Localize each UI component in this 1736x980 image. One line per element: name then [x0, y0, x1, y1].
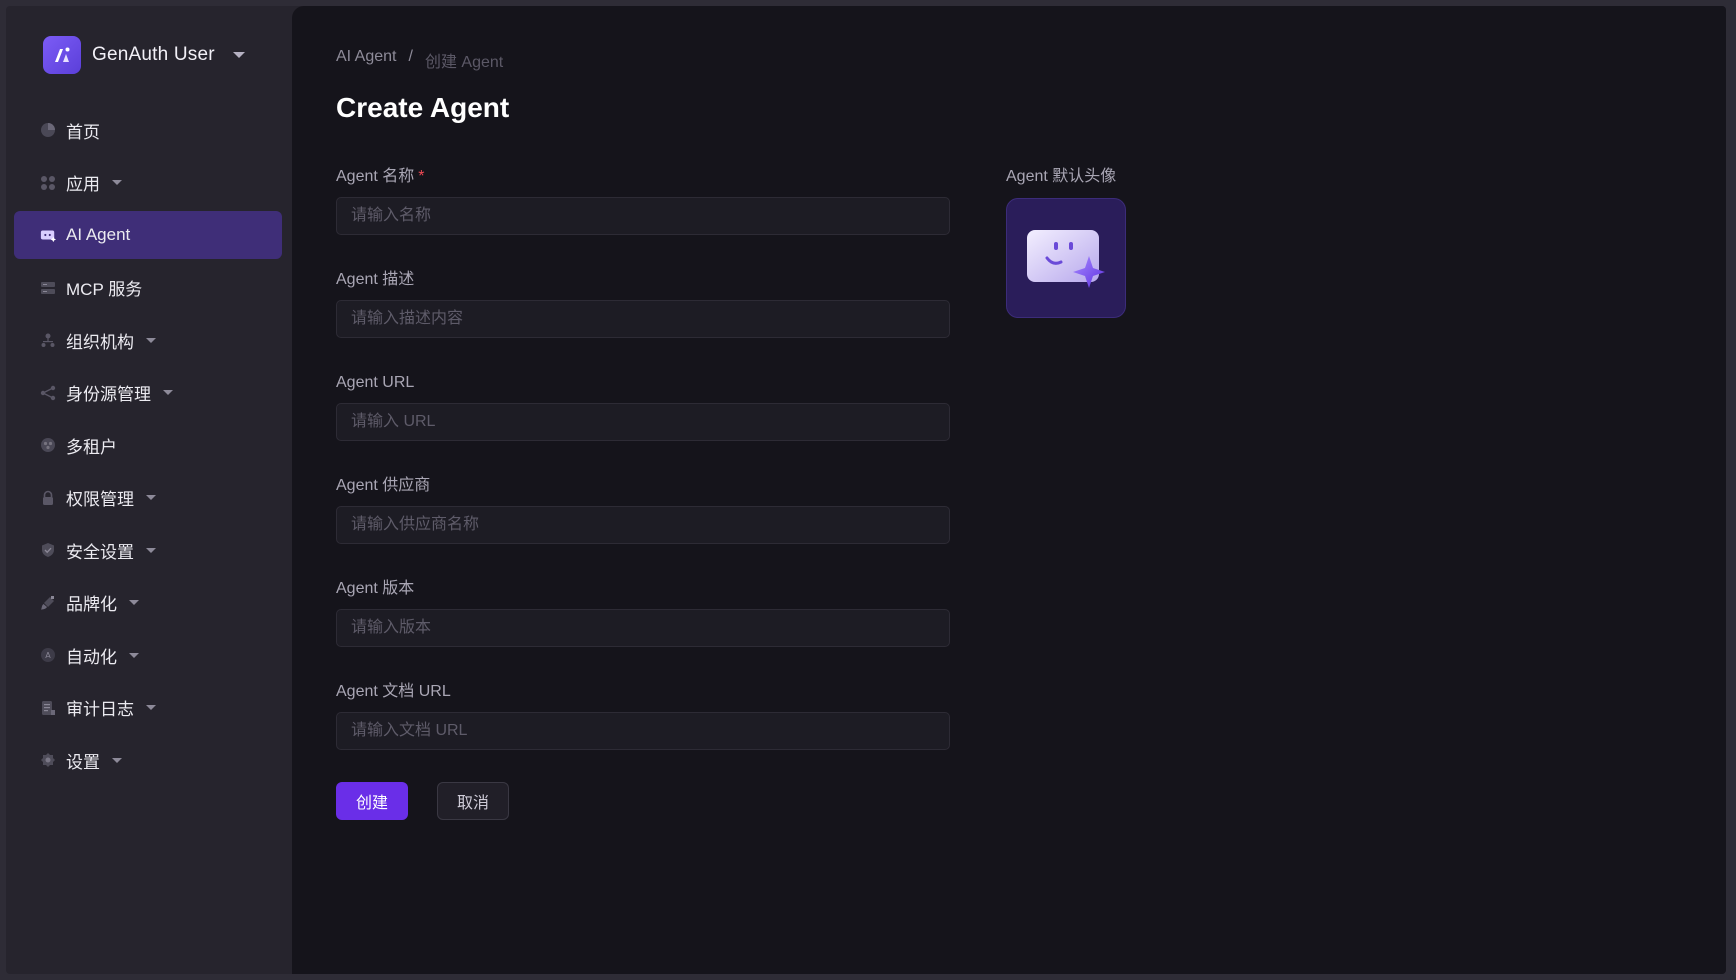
sidebar-item-label: 身份源管理 [66, 385, 151, 404]
automation-icon: A [40, 647, 56, 663]
tenants-icon [40, 437, 56, 453]
brush-icon [40, 595, 56, 611]
share-icon [40, 385, 56, 401]
sidebar-item-ai-agent[interactable]: AI Agent [14, 211, 282, 259]
agent-provider-label: Agent 供应商 [336, 477, 431, 494]
sidebar-item-label: 组织机构 [66, 332, 134, 352]
agent-version-label: Agent 版本 [336, 580, 415, 597]
sidebar-item-label: 首页 [66, 122, 100, 142]
chevron-down-icon [146, 547, 156, 553]
sidebar-item-label: 权限管理 [66, 490, 134, 509]
field-agent-description: Agent 描述 [336, 269, 950, 372]
agent-provider-input[interactable] [336, 506, 950, 544]
agent-doc-url-label: Agent 文档 URL [336, 683, 451, 700]
sidebar-item-label: 自动化 [66, 647, 117, 667]
avatar-label: Agent 默认头像 [1006, 168, 1117, 185]
agent-doc-url-input[interactable] [336, 712, 950, 750]
sidebar-item-identity-sources[interactable]: 身份源管理 [14, 369, 282, 417]
chevron-down-icon [146, 705, 156, 710]
sidebar-item-apps[interactable]: 应用 [14, 159, 282, 207]
sidebar-nav: 首页 应用 AI Agent MCP 服务 组织机构 身份源管理 多租户 权限管… [14, 106, 282, 789]
field-agent-name: Agent 名称 * [336, 166, 950, 269]
audit-log-icon [40, 700, 56, 716]
chevron-down-icon [232, 52, 245, 58]
agent-description-label: Agent 描述 [336, 271, 415, 288]
sidebar-item-mcp[interactable]: MCP 服务 [14, 264, 282, 312]
breadcrumb-link-ai-agent[interactable]: AI Agent [336, 48, 397, 72]
cancel-button[interactable]: 取消 [437, 782, 509, 820]
sidebar-item-audit-logs[interactable]: 审计日志 [14, 684, 282, 732]
chevron-down-icon [146, 337, 156, 343]
org-tree-icon [40, 332, 56, 348]
sidebar-item-label: 安全设置 [66, 542, 134, 562]
agent-name-input[interactable] [336, 197, 950, 235]
form-actions: 创建 取消 [336, 782, 509, 820]
agent-url-label: Agent URL [336, 374, 415, 391]
chevron-down-icon [163, 390, 173, 395]
svg-text:A: A [45, 651, 51, 660]
sidebar-item-home[interactable]: 首页 [14, 106, 282, 154]
agent-url-input[interactable] [336, 403, 950, 441]
gear-icon [40, 752, 56, 768]
page-title: Create Agent [336, 92, 510, 123]
sidebar-item-settings[interactable]: 设置 [14, 736, 282, 784]
avatar-section: Agent 默认头像 [1006, 166, 1126, 318]
server-icon [40, 280, 56, 296]
agent-description-input[interactable] [336, 300, 950, 338]
pie-chart-icon [40, 122, 56, 138]
sidebar-item-org[interactable]: 组织机构 [14, 316, 282, 364]
breadcrumb-current: 创建 Agent [424, 54, 504, 71]
sidebar-item-label: MCP 服务 [66, 280, 143, 299]
genauth-logo-icon [43, 36, 81, 74]
breadcrumb: AI Agent / 创建 Agent [336, 48, 503, 72]
field-agent-url: Agent URL [336, 372, 950, 475]
breadcrumb-separator: / [408, 48, 413, 65]
sidebar-item-label: 多租户 [66, 437, 117, 457]
sidebar-item-label: 审计日志 [66, 700, 134, 719]
chevron-down-icon [129, 652, 139, 658]
chevron-down-icon [112, 757, 122, 763]
app-window: GenAuth User 首页 应用 AI Agent MCP 服务 组织机构 … [6, 6, 1726, 974]
ai-agent-icon [40, 227, 56, 243]
sidebar-item-label: 品牌化 [66, 595, 117, 614]
sidebar-item-multi-tenant[interactable]: 多租户 [14, 421, 282, 469]
sidebar-item-security[interactable]: 安全设置 [14, 526, 282, 574]
create-button[interactable]: 创建 [336, 782, 408, 820]
tenant-name: GenAuth User [92, 44, 215, 65]
apps-grid-icon [40, 175, 56, 191]
chevron-down-icon [146, 495, 156, 500]
chevron-down-icon [129, 600, 139, 605]
sidebar-item-permissions[interactable]: 权限管理 [14, 474, 282, 522]
sidebar-item-branding[interactable]: 品牌化 [14, 579, 282, 627]
sidebar: GenAuth User 首页 应用 AI Agent MCP 服务 组织机构 … [6, 6, 292, 974]
sidebar-item-automation[interactable]: A 自动化 [14, 631, 282, 679]
tenant-switcher[interactable]: GenAuth User [43, 34, 245, 76]
agent-name-label: Agent 名称 [336, 168, 415, 185]
sidebar-item-label: AI Agent [66, 225, 131, 244]
required-mark: * [418, 168, 425, 185]
field-label: Agent 名称 * [336, 166, 950, 188]
lock-icon [40, 490, 56, 506]
sidebar-item-label: 应用 [66, 175, 100, 194]
field-agent-doc-url: Agent 文档 URL [336, 681, 950, 784]
create-agent-form: Agent 名称* Agent 描述 Agent URL Agent 供应商 A… [336, 166, 950, 784]
field-agent-provider: Agent 供应商 [336, 475, 950, 578]
field-agent-version: Agent 版本 [336, 578, 950, 681]
shield-check-icon [40, 542, 56, 558]
sidebar-item-label: 设置 [66, 752, 100, 772]
main-content: AI Agent / 创建 Agent Create Agent Agent 名… [292, 6, 1726, 974]
agent-avatar-icon [1027, 230, 1105, 288]
chevron-down-icon [112, 180, 122, 185]
agent-avatar[interactable] [1006, 198, 1126, 318]
agent-version-input[interactable] [336, 609, 950, 647]
